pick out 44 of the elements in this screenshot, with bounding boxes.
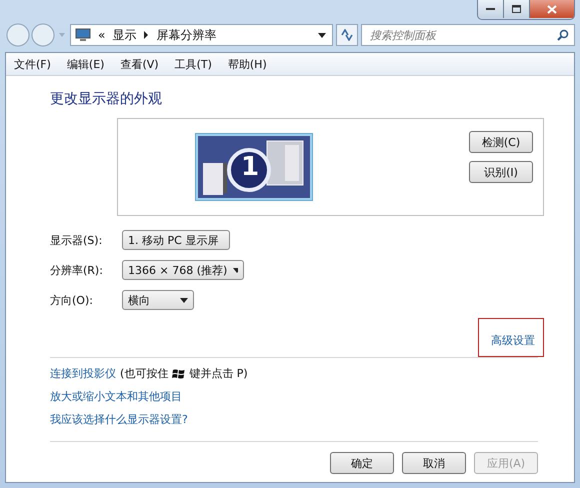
refresh-icon: [340, 29, 354, 41]
close-icon: [547, 4, 557, 14]
hint-text: 键并点击 P): [189, 366, 248, 381]
menu-item[interactable]: 编辑(E): [66, 56, 104, 72]
help-link[interactable]: 我应该选择什么显示器设置?: [50, 412, 188, 427]
breadcrumb-arrow-icon[interactable]: [143, 31, 150, 39]
search-icon: [557, 29, 569, 41]
monitor-number: 1: [241, 151, 257, 184]
dropdown[interactable]: 1366 × 768 (推荐): [122, 260, 244, 280]
monitor-icon: [75, 28, 91, 42]
maximize-button[interactable]: [504, 0, 530, 18]
address-bar[interactable]: « 显示 屏幕分辨率: [70, 24, 333, 46]
menu-item[interactable]: 文件(F): [14, 56, 51, 72]
overflow-chevron[interactable]: «: [98, 28, 106, 42]
dropdown-arrow-icon: [180, 298, 188, 302]
advanced-settings-link[interactable]: 高级设置: [478, 318, 544, 357]
setting-label: 方向(O):: [50, 292, 94, 308]
setting-label: 显示器(S):: [50, 232, 104, 248]
breadcrumb-item[interactable]: 屏幕分辨率: [156, 26, 216, 44]
projector-link[interactable]: 连接到投影仪: [50, 366, 116, 381]
dropdown-arrow-icon[interactable]: [318, 32, 326, 38]
minimize-button[interactable]: [478, 0, 504, 18]
monitor-drawing[interactable]: [195, 133, 313, 201]
preview-button[interactable]: 识别(I): [469, 161, 533, 183]
menu-item[interactable]: 帮助(H): [228, 56, 267, 72]
close-button[interactable]: [530, 0, 574, 18]
windows-logo-icon: [172, 368, 186, 380]
hint-text: (也可按住: [120, 366, 168, 381]
dropdown[interactable]: 1. 移动 PC 显示屏: [122, 230, 230, 250]
preview-button[interactable]: 检测(C): [469, 131, 533, 153]
help-link[interactable]: 放大或缩小文本和其他项目: [50, 389, 182, 404]
setting-label: 分辨率(R):: [50, 262, 104, 278]
breadcrumb-item[interactable]: 显示: [112, 26, 136, 44]
minimize-icon: [486, 7, 496, 11]
menu-item[interactable]: 工具(T): [174, 56, 212, 72]
maximize-icon: [512, 4, 522, 14]
dialog-button[interactable]: 取消: [402, 452, 466, 474]
dropdown-arrow-icon: [233, 268, 238, 272]
menu-item[interactable]: 查看(V): [120, 56, 159, 72]
search-field[interactable]: 搜索控制面板: [361, 24, 575, 46]
dialog-button[interactable]: 确定: [330, 452, 394, 474]
dropdown[interactable]: 横向: [122, 290, 194, 310]
page-heading: 更改显示器的外观: [50, 90, 163, 108]
refresh-button[interactable]: [336, 24, 358, 46]
